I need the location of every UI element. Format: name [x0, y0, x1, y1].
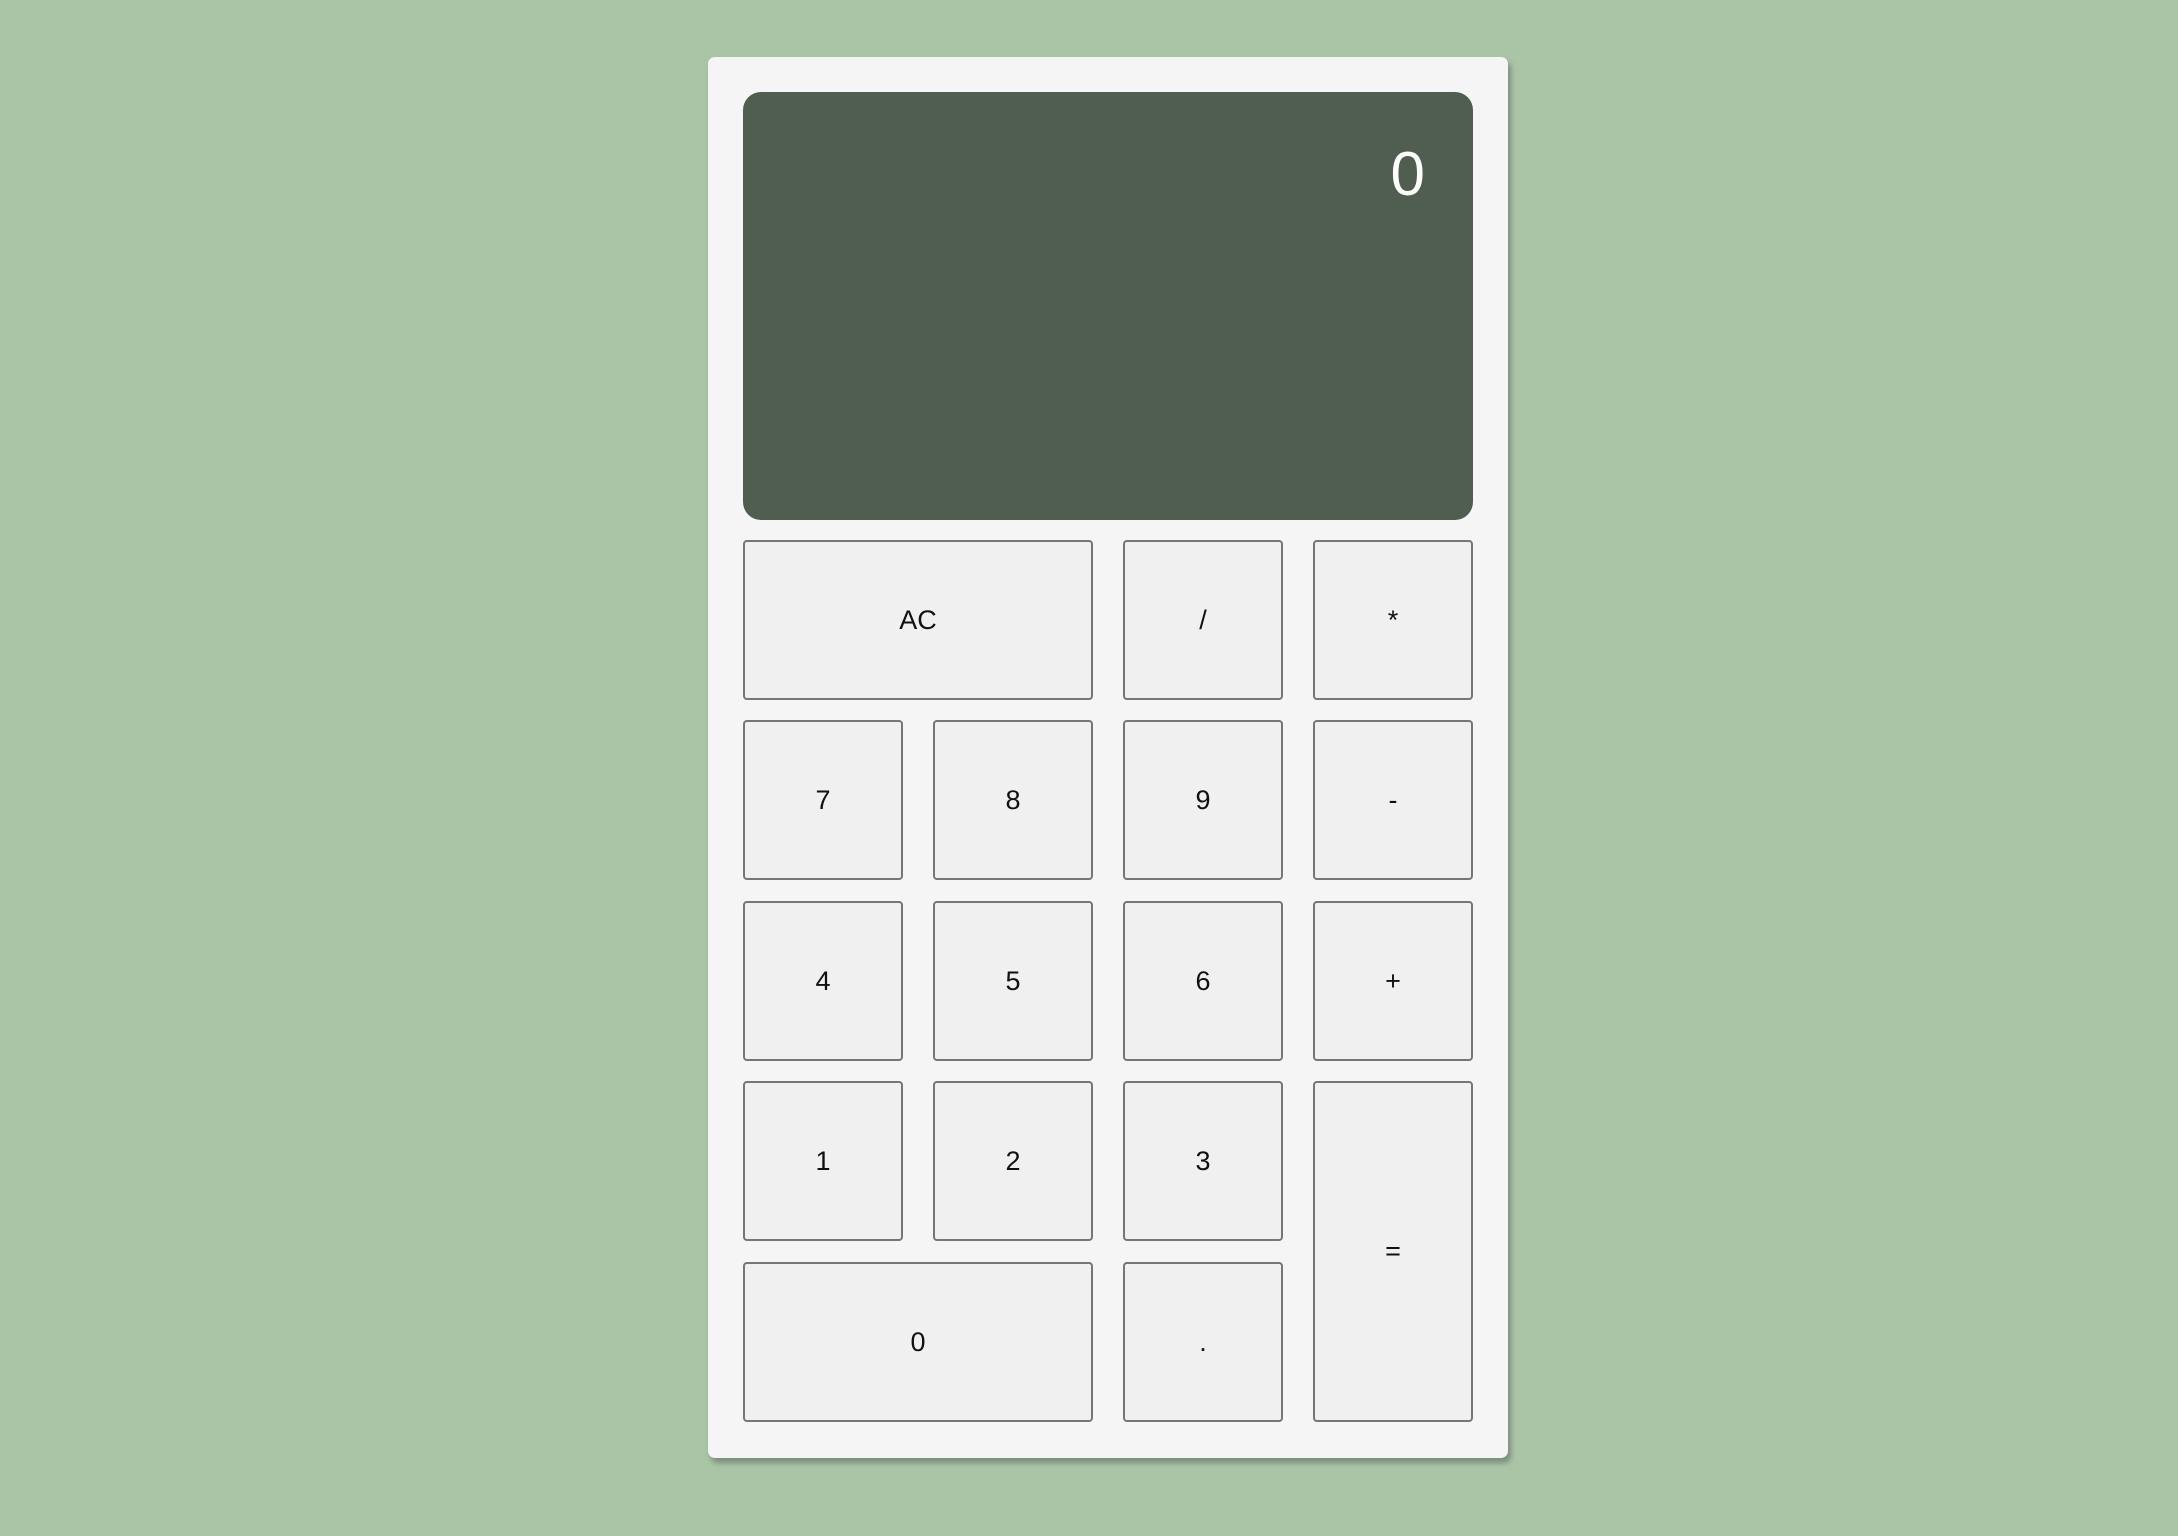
digit-9-button[interactable]: 9	[1123, 720, 1283, 880]
display-value: 0	[1390, 140, 1425, 209]
digit-0-button[interactable]: 0	[743, 1262, 1093, 1422]
digit-2-button[interactable]: 2	[933, 1081, 1093, 1241]
add-button[interactable]: +	[1313, 901, 1473, 1061]
digit-7-button[interactable]: 7	[743, 720, 903, 880]
digit-6-button[interactable]: 6	[1123, 901, 1283, 1061]
digit-8-button[interactable]: 8	[933, 720, 1093, 880]
digit-1-button[interactable]: 1	[743, 1081, 903, 1241]
digit-4-button[interactable]: 4	[743, 901, 903, 1061]
calculator: 0 AC / * 7 8 9 - 4 5 6 + 1 2 3 = 0 .	[708, 57, 1508, 1458]
digit-3-button[interactable]: 3	[1123, 1081, 1283, 1241]
all-clear-button[interactable]: AC	[743, 540, 1093, 700]
digit-5-button[interactable]: 5	[933, 901, 1093, 1061]
equals-button[interactable]: =	[1313, 1081, 1473, 1422]
multiply-button[interactable]: *	[1313, 540, 1473, 700]
divide-button[interactable]: /	[1123, 540, 1283, 700]
subtract-button[interactable]: -	[1313, 720, 1473, 880]
decimal-button[interactable]: .	[1123, 1262, 1283, 1422]
display-screen: 0	[743, 92, 1473, 520]
